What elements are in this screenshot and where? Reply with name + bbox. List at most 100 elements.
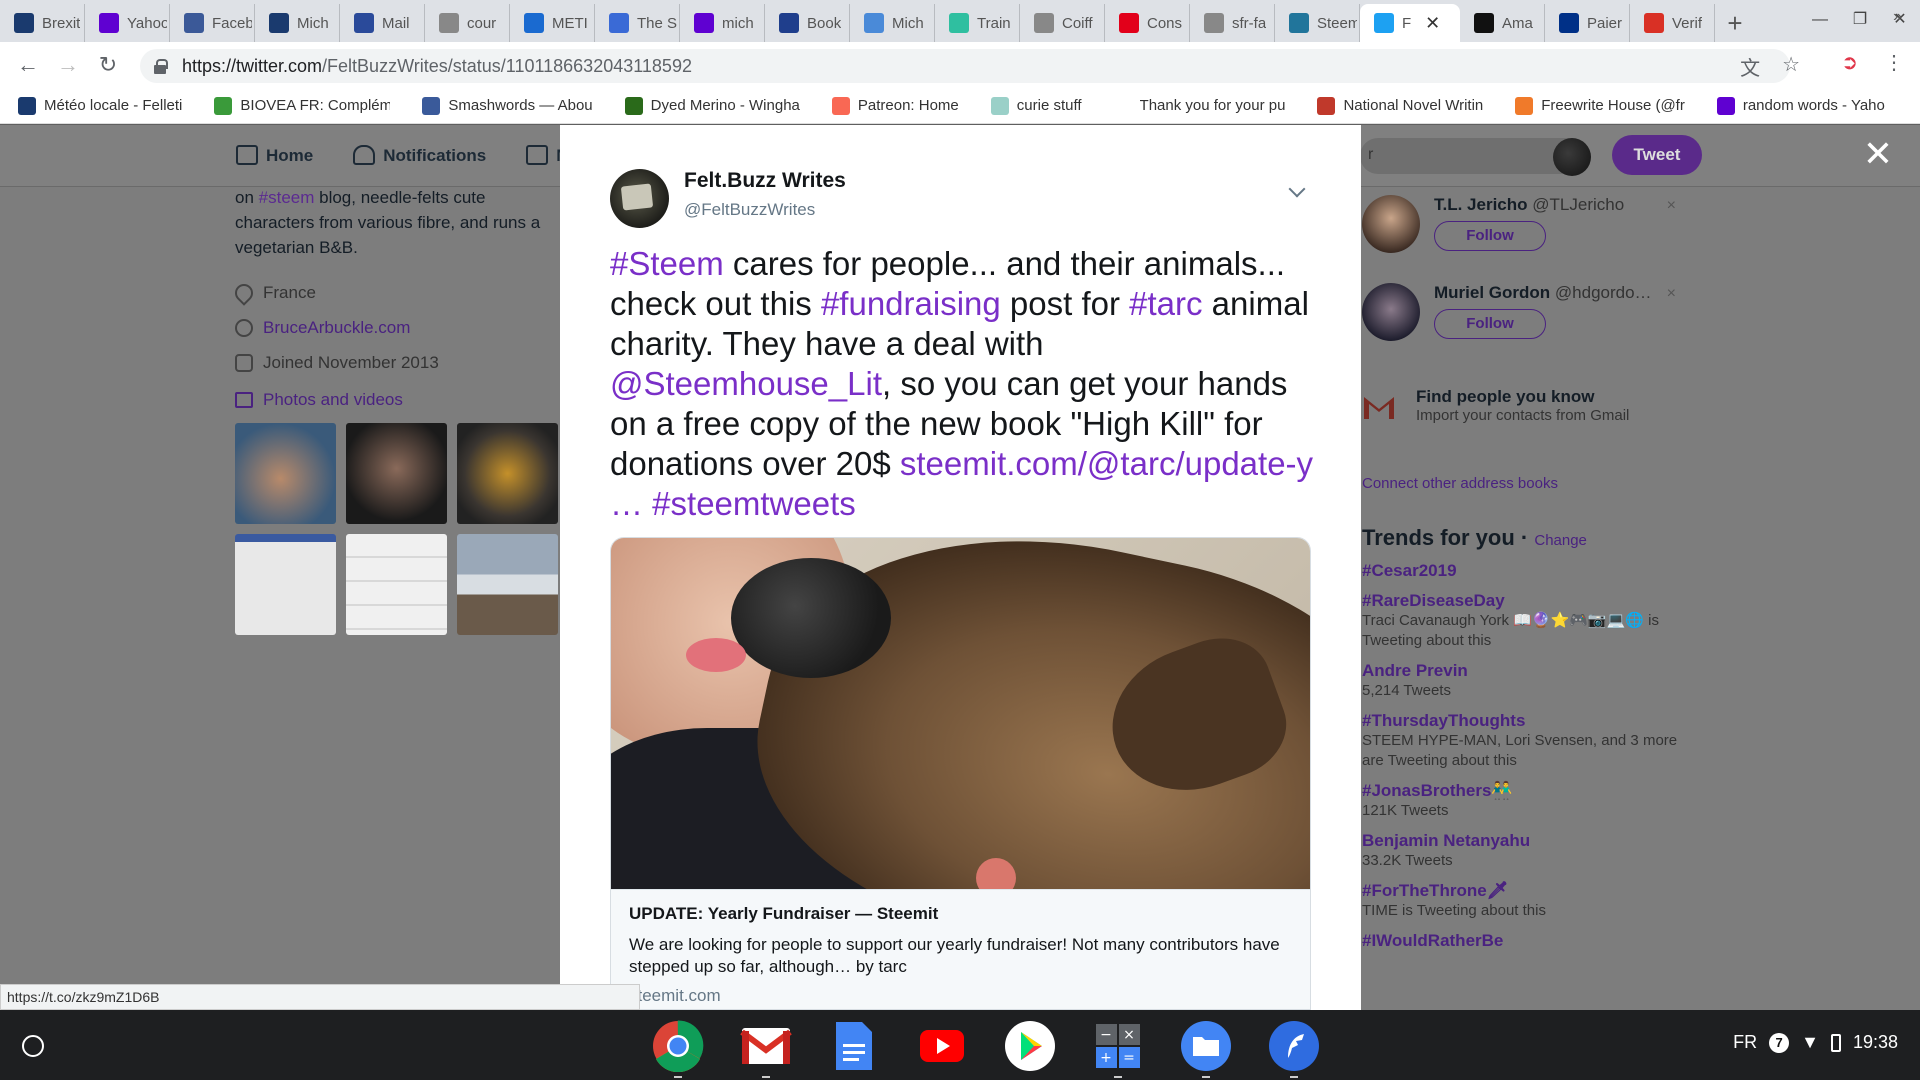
translate-icon[interactable]: 文 — [1740, 52, 1760, 81]
account-avatar[interactable] — [1553, 138, 1591, 176]
bookmark-item[interactable]: Dyed Merino - Wingha — [624, 96, 800, 115]
trend-item[interactable]: #ForTheThrone🗡 TIME is Tweeting about thi… — [1362, 881, 1686, 921]
extension-icon[interactable]: ➲ — [1841, 50, 1858, 75]
hashtag-link[interactable]: #steemtweets — [652, 485, 856, 522]
photo-thumbnail[interactable] — [457, 423, 558, 524]
bookmark-item[interactable]: Freewrite House (@fr — [1515, 96, 1685, 115]
bookmark-item[interactable]: curie stuff — [990, 96, 1082, 115]
photo-thumbnail[interactable] — [235, 534, 336, 635]
doc-icon — [1034, 13, 1054, 33]
nav-home[interactable]: Home — [236, 145, 313, 166]
browser-tab[interactable]: Yahoo — [85, 4, 170, 42]
bookmark-item[interactable]: Thank you for your pu — [1113, 96, 1285, 115]
browser-tab[interactable]: Mich — [255, 4, 340, 42]
tweet-button[interactable]: Tweet — [1612, 135, 1702, 175]
address-bar[interactable]: https://twitter.com/FeltBuzzWrites/statu… — [140, 49, 1790, 83]
dismiss-icon[interactable]: × — [1667, 285, 1676, 303]
avatar[interactable] — [1362, 195, 1420, 253]
author-handle[interactable]: @FeltBuzzWrites — [684, 200, 815, 220]
forward-icon[interactable]: → — [48, 52, 88, 78]
bookmark-item[interactable]: National Novel Writin — [1317, 96, 1483, 115]
website-link[interactable]: BruceArbuckle.com — [263, 318, 410, 338]
photo-thumbnail[interactable] — [235, 423, 336, 524]
bell-icon — [353, 145, 376, 165]
status-tray[interactable]: FR 7 ▼ 19:38 — [1733, 1032, 1898, 1053]
new-tab-icon[interactable]: + — [1715, 4, 1755, 42]
menu-icon[interactable]: ⋮ — [1884, 50, 1904, 75]
trend-item[interactable]: Andre Previn 5,214 Tweets — [1362, 661, 1686, 701]
bookmark-item[interactable]: BIOVEA FR: Complém — [214, 96, 390, 115]
browser-tab[interactable]: Book — [765, 4, 850, 42]
bookmark-star-icon[interactable]: ☆ — [1782, 52, 1800, 81]
bookmark-item[interactable]: Smashwords — Abou — [422, 96, 593, 115]
browser-tab[interactable]: F ✕ — [1360, 4, 1460, 42]
follow-button[interactable]: Follow — [1434, 221, 1546, 251]
photo-thumbnail[interactable] — [457, 534, 558, 635]
connect-address-books-link[interactable]: Connect other address books — [1362, 475, 1558, 492]
hashtag-link[interactable]: #tarc — [1129, 285, 1202, 322]
files-icon[interactable] — [1178, 1018, 1234, 1078]
bookmarks-overflow-icon[interactable]: » — [1893, 8, 1902, 26]
browser-tab[interactable]: Mail — [340, 4, 425, 42]
hashtag-link[interactable]: #fundraising — [821, 285, 1001, 322]
launcher-icon[interactable] — [22, 1035, 44, 1057]
reload-icon[interactable]: ↻ — [88, 52, 128, 78]
nav-notifications[interactable]: Notifications — [353, 145, 486, 166]
author-name[interactable]: Felt.Buzz Writes — [684, 169, 846, 193]
browser-tab[interactable]: The S — [595, 4, 680, 42]
back-icon[interactable]: ← — [8, 52, 48, 78]
avatar[interactable] — [1362, 283, 1420, 341]
browser-tab[interactable]: Facebook — [170, 4, 255, 42]
minimize-icon[interactable]: — — [1800, 0, 1840, 42]
docs-icon[interactable] — [826, 1018, 882, 1074]
bookmark-item[interactable]: Patreon: Home — [831, 96, 959, 115]
follow-button[interactable]: Follow — [1434, 309, 1546, 339]
browser-tab[interactable]: mich — [680, 4, 765, 42]
close-tab-icon[interactable]: ✕ — [1425, 13, 1440, 34]
trend-item[interactable]: #RareDiseaseDay Traci Cavanaugh York 📖🔮⭐🎮… — [1362, 591, 1686, 651]
language-indicator: FR — [1733, 1032, 1758, 1052]
gmail-icon[interactable] — [738, 1018, 794, 1078]
photo-thumbnail[interactable] — [346, 423, 447, 524]
chevron-down-icon[interactable] — [1288, 180, 1306, 198]
find-people[interactable]: Find people you know Import your contact… — [1362, 387, 1686, 424]
browser-tab[interactable]: Coiff — [1020, 4, 1105, 42]
browser-tab[interactable]: Mich — [850, 4, 935, 42]
trend-item[interactable]: #Cesar2019 — [1362, 561, 1686, 581]
feedback-icon[interactable] — [1266, 1018, 1322, 1078]
dismiss-icon[interactable]: × — [1667, 197, 1676, 215]
bookmark-item[interactable]: Météo locale - Felleti — [18, 96, 182, 115]
chrome-icon[interactable] — [650, 1018, 706, 1078]
browser-tab[interactable]: Steem — [1275, 4, 1360, 42]
calculator-icon[interactable]: − × + = — [1090, 1018, 1146, 1078]
photos-and-videos-link[interactable]: Photos and videos — [235, 390, 403, 410]
browser-tab[interactable]: Train — [935, 4, 1020, 42]
hashtag-link[interactable]: #Steem — [610, 245, 724, 282]
browser-tab[interactable]: METI — [510, 4, 595, 42]
browser-tab[interactable]: cour — [425, 4, 510, 42]
browser-tab[interactable]: Ama — [1460, 4, 1545, 42]
youtube-icon[interactable] — [914, 1018, 970, 1074]
trend-item[interactable]: Benjamin Netanyahu 33.2K Tweets — [1362, 831, 1686, 871]
suggestion-name[interactable]: Muriel Gordon @hdgordo… — [1434, 283, 1652, 303]
photo-thumbnail[interactable] — [346, 534, 447, 635]
browser-tab[interactable]: Cons — [1105, 4, 1190, 42]
browser-tab[interactable]: Verif — [1630, 4, 1715, 42]
bio-hashtag-link[interactable]: #steem — [259, 188, 315, 207]
suggestion-name[interactable]: T.L. Jericho @TLJericho — [1434, 195, 1624, 215]
gmail-icon — [1364, 397, 1394, 419]
trend-item[interactable]: #ThursdayThoughts STEEM HYPE-MAN, Lori Sv… — [1362, 711, 1686, 771]
bookmark-item[interactable]: random words - Yaho — [1716, 96, 1885, 115]
close-modal-icon[interactable]: ✕ — [1862, 136, 1894, 172]
browser-tab[interactable]: Paier — [1545, 4, 1630, 42]
browser-tab[interactable]: Brexit — [0, 4, 85, 42]
play-store-icon[interactable] — [1002, 1018, 1058, 1074]
trend-item[interactable]: #JonasBrothers👬 121K Tweets — [1362, 781, 1686, 821]
link-preview-card[interactable]: UPDATE: Yearly Fundraiser — Steemit We a… — [610, 537, 1311, 1010]
browser-tab[interactable]: sfr-fa — [1190, 4, 1275, 42]
author-avatar[interactable] — [610, 169, 669, 228]
mention-link[interactable]: @Steemhouse_Lit — [610, 365, 882, 402]
trends-change-link[interactable]: Change — [1534, 532, 1587, 549]
restore-icon[interactable]: ❐ — [1840, 0, 1880, 42]
trend-item[interactable]: #IWouldRatherBe — [1362, 931, 1686, 951]
